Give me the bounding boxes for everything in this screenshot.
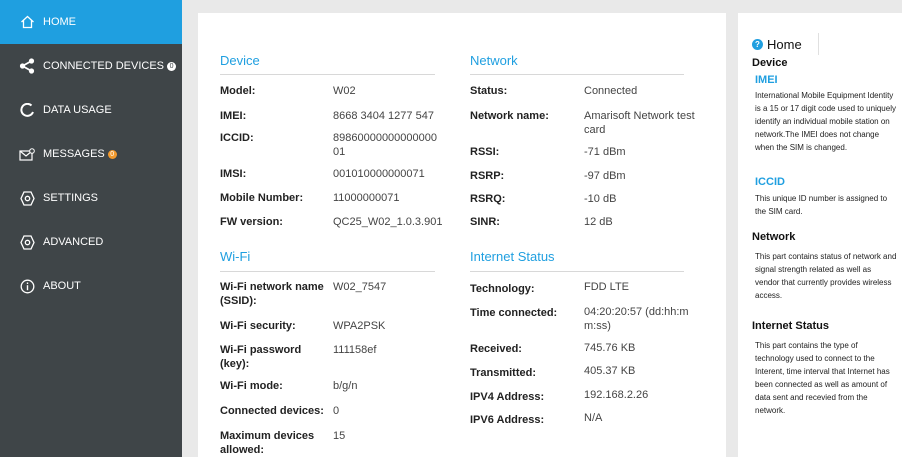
device-mobile-value: 11000000071 — [333, 192, 400, 204]
info-icon — [19, 278, 35, 294]
wifi-security-label: Wi-Fi security: — [220, 320, 296, 332]
device-imsi-label: IMSI: — [220, 168, 247, 180]
device-imsi-value: 001010000000071 — [333, 168, 425, 180]
device-imei-label: IMEI: — [220, 110, 247, 122]
connected-devices-label: CONNECTED DEVICES — [43, 60, 165, 72]
network-rsrq-value: -10 dB — [584, 193, 617, 205]
help-imei-text: International Mobile Equipment Identity … — [755, 91, 896, 152]
sidebar-item-about[interactable]: ABOUT — [0, 264, 182, 308]
sidebar-item-home[interactable]: HOME — [0, 0, 182, 44]
sidebar-item-label: ABOUT — [43, 280, 81, 292]
device-iccid-label: ICCID: — [220, 132, 254, 144]
wifi-ssid-label: Wi-Fi network name (SSID): — [220, 281, 324, 307]
help-title: Home — [767, 37, 802, 52]
wifi-mode-value: b/g/n — [333, 380, 358, 392]
internet-transmitted-label: Transmitted: — [470, 367, 537, 379]
wifi-section-title: Wi-Fi — [220, 249, 251, 264]
divider — [470, 74, 684, 75]
data-usage-icon — [19, 102, 35, 118]
main-panel: Device Model: W02 IMEI: 8668 3404 1277 5… — [198, 13, 726, 457]
wifi-connected-value: 0 — [333, 405, 340, 417]
sidebar-item-connected-devices[interactable]: CONNECTED DEVICES 0 — [0, 44, 182, 88]
divider — [220, 271, 435, 272]
internet-technology-label: Technology: — [470, 283, 535, 295]
device-model-value: W02 — [333, 85, 356, 97]
wifi-password-value: 111158ef — [333, 344, 377, 356]
internet-time-label: Time connected: — [470, 307, 558, 319]
internet-ipv4-value: 192.168.2.26 — [584, 389, 649, 401]
home-icon — [19, 14, 35, 30]
internet-transmitted-value: 405.37 KB — [584, 365, 636, 377]
network-name-value: Amarisoft Network test card — [584, 110, 695, 136]
help-internet-heading: Internet Status — [752, 320, 830, 332]
internet-ipv4-label: IPV4 Address: — [470, 391, 545, 403]
sidebar-item-label: SETTINGS — [43, 192, 99, 204]
wifi-ssid-value: W02_7547 — [333, 281, 387, 293]
network-sinr-value: 12 dB — [584, 216, 613, 228]
device-section-title: Device — [220, 53, 260, 68]
network-rssi-value: -71 dBm — [584, 146, 626, 158]
network-sinr-label: SINR: — [470, 216, 500, 228]
internet-ipv6-label: IPV6 Address: — [470, 414, 545, 426]
network-rsrq-label: RSRQ: — [470, 193, 506, 205]
internet-received-label: Received: — [470, 343, 522, 355]
messages-badge: 0 — [107, 150, 117, 159]
device-fw-label: FW version: — [220, 216, 283, 228]
internet-received-value: 745.76 KB — [584, 342, 636, 354]
network-rssi-label: RSSI: — [470, 146, 500, 158]
sidebar-item-label: DATA USAGE — [43, 104, 112, 116]
help-network-text: This part contains status of network and… — [755, 252, 897, 300]
device-mobile-label: Mobile Number: — [220, 192, 304, 204]
wifi-max-devices-value: 15 — [333, 430, 346, 442]
help-internet-text: This part contains the type of technolog… — [755, 341, 890, 415]
wifi-password-label: Wi-Fi password (key): — [220, 344, 302, 370]
help-network-heading: Network — [752, 231, 796, 243]
network-rsrp-value: -97 dBm — [584, 170, 626, 182]
gear-icon — [19, 190, 35, 206]
device-model-label: Model: — [220, 85, 256, 97]
help-iccid-heading: ICCID — [755, 176, 785, 188]
sidebar-item-label: CONNECTED DEVICES 0 — [43, 60, 177, 72]
internet-time-value: 04:20:20:57 (dd:hh:m m:ss) — [584, 306, 689, 332]
help-icon: ? — [752, 39, 763, 50]
divider — [220, 74, 435, 75]
internet-technology-value: FDD LTE — [584, 281, 630, 293]
wifi-mode-label: Wi-Fi mode: — [220, 380, 283, 392]
network-section-title: Network — [470, 53, 518, 68]
sidebar: HOME CONNECTED DEVICES 0 DATA USAGE MESSA… — [0, 0, 182, 457]
network-status-label: Status: — [470, 85, 508, 97]
device-fw-value: QC25_W02_1.0.3.901 — [333, 216, 443, 228]
divider — [818, 33, 819, 55]
sidebar-item-settings[interactable]: SETTINGS — [0, 176, 182, 220]
help-imei-heading: IMEI — [755, 74, 778, 86]
messages-label: MESSAGES — [43, 148, 105, 160]
connected-devices-badge: 0 — [167, 62, 177, 71]
sidebar-item-data-usage[interactable]: DATA USAGE — [0, 88, 182, 132]
sidebar-item-messages[interactable]: MESSAGES 0 — [0, 132, 182, 176]
internet-section-title: Internet Status — [470, 249, 555, 264]
help-device-heading: Device — [752, 57, 788, 69]
device-iccid-value: 89860000000000000 01 — [333, 132, 438, 158]
sidebar-item-label: HOME — [43, 16, 76, 28]
sidebar-item-label: ADVANCED — [43, 236, 104, 248]
help-header: ? Home — [752, 37, 802, 52]
help-panel: ? Home Device IMEI International Mobile … — [738, 13, 902, 457]
wifi-security-value: WPA2PSK — [333, 320, 386, 332]
sidebar-item-label: MESSAGES 0 — [43, 148, 117, 160]
mail-icon — [19, 146, 35, 162]
help-iccid-text: This unique ID number is assigned to the… — [755, 194, 888, 216]
gear-icon — [19, 234, 35, 250]
wifi-max-devices-label: Maximum devices allowed: — [220, 430, 315, 456]
device-imei-value: 8668 3404 1277 547 — [333, 110, 434, 122]
network-status-value: Connected — [584, 85, 638, 97]
internet-ipv6-value: N/A — [584, 412, 603, 424]
wifi-connected-label: Connected devices: — [220, 405, 324, 417]
divider — [470, 271, 684, 272]
network-name-label: Network name: — [470, 110, 549, 122]
network-rsrp-label: RSRP: — [470, 170, 505, 182]
sidebar-item-advanced[interactable]: ADVANCED — [0, 220, 182, 264]
share-icon — [19, 58, 35, 74]
